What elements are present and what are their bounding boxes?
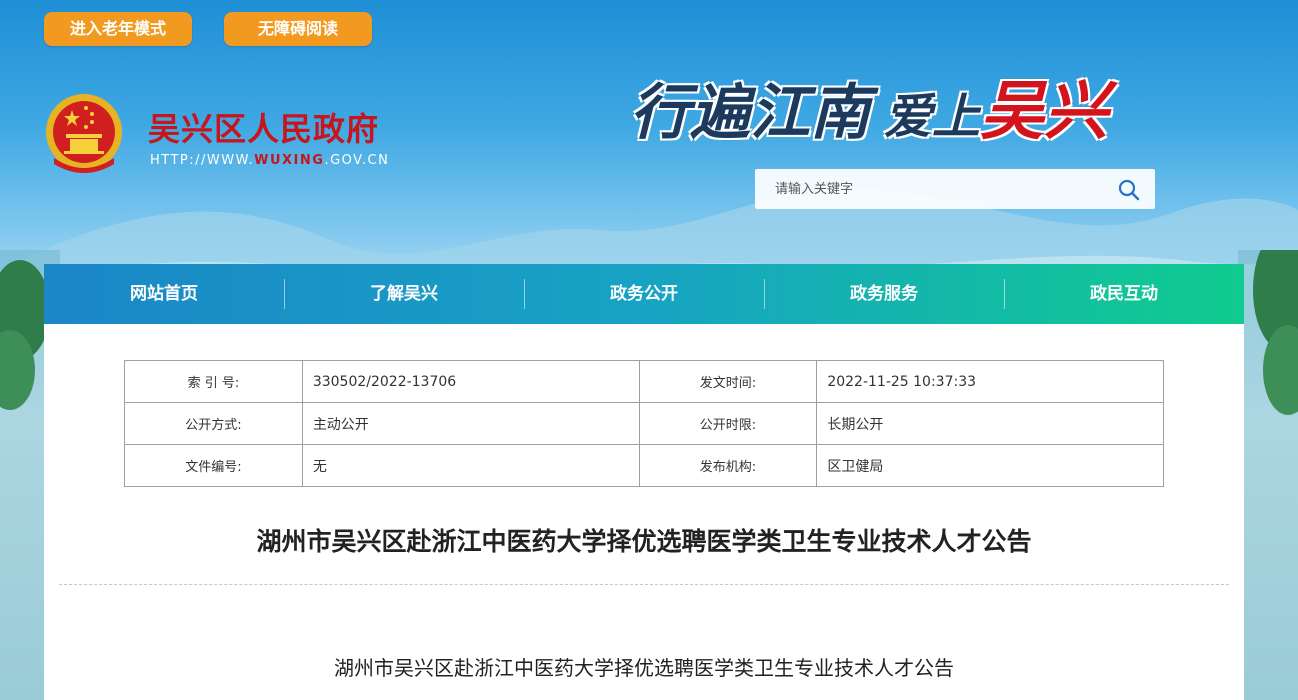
table-row: 文件编号: 无 发布机构: 区卫健局 [124,444,1164,487]
table-row: 公开方式: 主动公开 公开时限: 长期公开 [124,402,1164,445]
nav-item-gov-service[interactable]: 政务服务 [764,279,1004,309]
publisher-value: 区卫健局 [816,444,1164,487]
national-emblem-icon [46,94,122,173]
file-number-label: 文件编号: [124,444,303,487]
slogan-part3: 吴兴 [980,74,1109,149]
article-body-title: 湖州市吴兴区赴浙江中医药大学择优选聘医学类卫生专业技术人才公告 [334,656,954,680]
publish-time-label: 发文时间: [638,360,818,403]
disclosure-period-value: 长期公开 [816,402,1164,445]
disclosure-mode-label: 公开方式: [124,402,303,445]
nav-item-interaction[interactable]: 政民互动 [1004,279,1244,309]
file-number-value: 无 [301,444,640,487]
content-panel: 索 引 号: 330502/2022-13706 发文时间: 2022-11-2… [44,324,1244,700]
publish-time-value: 2022-11-25 10:37:33 [816,360,1164,403]
title-divider [59,584,1229,585]
site-title: 吴兴区人民政府 [148,110,380,148]
slogan-part1: 行遍江南 [630,78,870,148]
site-url: HTTP://WWW.WUXING.GOV.CN [150,153,390,168]
tree-decoration-right [1238,250,1298,700]
accessible-reading-button[interactable]: 无障碍阅读 [224,12,372,46]
search-icon[interactable] [1117,178,1141,202]
index-number-label: 索 引 号: [124,360,303,403]
slogan-part2: 爱上 [884,89,981,145]
table-row: 索 引 号: 330502/2022-13706 发文时间: 2022-11-2… [124,360,1164,403]
search-box [755,169,1155,209]
elder-mode-button[interactable]: 进入老年模式 [44,12,192,46]
slogan-banner: 行遍江南 爱上吴兴 [630,60,1108,150]
disclosure-period-label: 公开时限: [638,402,818,445]
index-number-value: 330502/2022-13706 [301,360,640,403]
article-title: 湖州市吴兴区赴浙江中医药大学择优选聘医学类卫生专业技术人才公告 [256,527,1032,556]
nav-item-home[interactable]: 网站首页 [44,279,284,309]
disclosure-mode-value: 主动公开 [301,402,640,445]
nav-item-about-wuxing[interactable]: 了解吴兴 [284,279,524,309]
nav-item-gov-disclosure[interactable]: 政务公开 [524,279,764,309]
document-info-table: 索 引 号: 330502/2022-13706 发文时间: 2022-11-2… [124,360,1164,487]
publisher-label: 发布机构: [638,444,818,487]
search-input[interactable] [755,169,1105,209]
main-nav: 网站首页 了解吴兴 政务公开 政务服务 政民互动 [44,264,1244,324]
